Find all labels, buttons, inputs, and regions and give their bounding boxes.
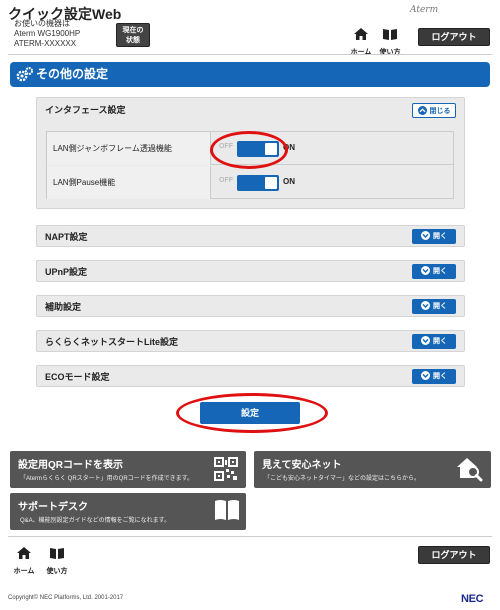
home-icon [354, 28, 368, 40]
logout-button-top[interactable]: ログアウト [418, 28, 490, 46]
switch-knob [265, 177, 277, 189]
divider [8, 54, 492, 55]
device-id: ATERM-XXXXXX [14, 39, 77, 48]
switch-off-label: OFF [219, 177, 233, 184]
gear-icon [16, 67, 33, 82]
upnp-panel[interactable]: UPnP設定 開く [36, 260, 465, 282]
safety-card-title: 見えて安心ネット [262, 460, 342, 471]
copyright-text: Copyright© NEC Platforms, Ltd. 2001-2017 [8, 595, 124, 601]
home-icon [17, 547, 31, 559]
book-icon [383, 29, 397, 40]
interface-panel-title: インタフェース設定 [45, 105, 126, 115]
chevron-up-icon [417, 105, 427, 115]
safety-net-card[interactable]: 見えて安心ネット 「こども安心ネットタイマー」などの設定はこちらから。 [254, 451, 491, 488]
current-status-button[interactable]: 現在の 状態 [116, 23, 150, 47]
auxiliary-panel-title: 補助設定 [45, 302, 82, 312]
auxiliary-open-button[interactable]: 開く [412, 299, 456, 314]
highlight-ellipse [176, 393, 328, 433]
switch-on-label: ON [283, 177, 295, 186]
safety-card-desc: 「こども安心ネットタイマー」などの設定はこちらから。 [264, 476, 421, 482]
support-card-title: サポートデスク [18, 502, 88, 513]
eco-panel[interactable]: ECOモード設定 開く [36, 365, 465, 387]
eco-panel-title: ECOモード設定 [45, 372, 110, 382]
setting-label: LAN側Pause機能 [47, 166, 211, 199]
qr-card-desc: 「Atermらくらく QRスタート」用のQRコードを作成できます。 [20, 476, 194, 482]
guide-button-bottom[interactable]: 使い方 [43, 546, 71, 576]
qr-card-title: 設定用QRコードを表示 [18, 460, 123, 471]
support-card-desc: Q&A、機能別設定ガイドなどの情報をご覧になれます。 [20, 518, 171, 524]
chevron-down-icon [421, 300, 430, 310]
guide-button[interactable]: 使い方 [376, 27, 404, 57]
chevron-down-icon [421, 335, 430, 345]
section-title: その他の設定 [36, 67, 109, 81]
home-button[interactable]: ホーム [347, 27, 375, 57]
napt-panel[interactable]: NAPT設定 開く [36, 225, 465, 247]
book-icon [50, 548, 64, 559]
nec-logo: NEC [461, 593, 484, 605]
setting-label: LAN側ジャンボフレーム透過機能 [47, 132, 211, 165]
table-row: LAN側Pause機能 OFF ON [47, 166, 453, 199]
napt-open-button[interactable]: 開く [412, 229, 456, 244]
top-bar: クイック設定Web お使いの機器は Aterm WG1900HP ATERM-X… [0, 0, 500, 57]
napt-panel-title: NAPT設定 [45, 232, 88, 242]
upnp-open-button[interactable]: 開く [412, 264, 456, 279]
chevron-down-icon [421, 265, 430, 275]
switch-track[interactable] [237, 175, 279, 191]
auxiliary-panel[interactable]: 補助設定 開く [36, 295, 465, 317]
interface-close-button[interactable]: 閉じる [412, 103, 456, 118]
aterm-logo: Aterm [410, 5, 439, 15]
device-model: Aterm WG1900HP [14, 29, 81, 38]
upnp-panel-title: UPnP設定 [45, 267, 88, 277]
chevron-down-icon [421, 230, 430, 240]
qr-code-icon [214, 457, 238, 481]
chevron-down-icon [421, 370, 430, 380]
qr-code-card[interactable]: 設定用QRコードを表示 「Atermらくらく QRスタート」用のQRコードを作成… [10, 451, 246, 488]
house-magnifier-icon [457, 458, 483, 482]
support-desk-card[interactable]: サポートデスク Q&A、機能別設定ガイドなどの情報をご覧になれます。 [10, 493, 246, 530]
section-header: その他の設定 [10, 62, 490, 87]
eco-open-button[interactable]: 開く [412, 369, 456, 384]
netstart-panel[interactable]: らくらくネットスタートLite設定 開く [36, 330, 465, 352]
divider [8, 536, 492, 537]
logout-button-bottom[interactable]: ログアウト [418, 546, 490, 564]
device-caption: お使いの機器は [14, 19, 70, 28]
open-book-icon [215, 500, 239, 520]
home-button-bottom[interactable]: ホーム [10, 546, 38, 576]
highlight-ellipse [210, 131, 288, 169]
netstart-panel-title: らくらくネットスタートLite設定 [45, 337, 179, 347]
netstart-open-button[interactable]: 開く [412, 334, 456, 349]
